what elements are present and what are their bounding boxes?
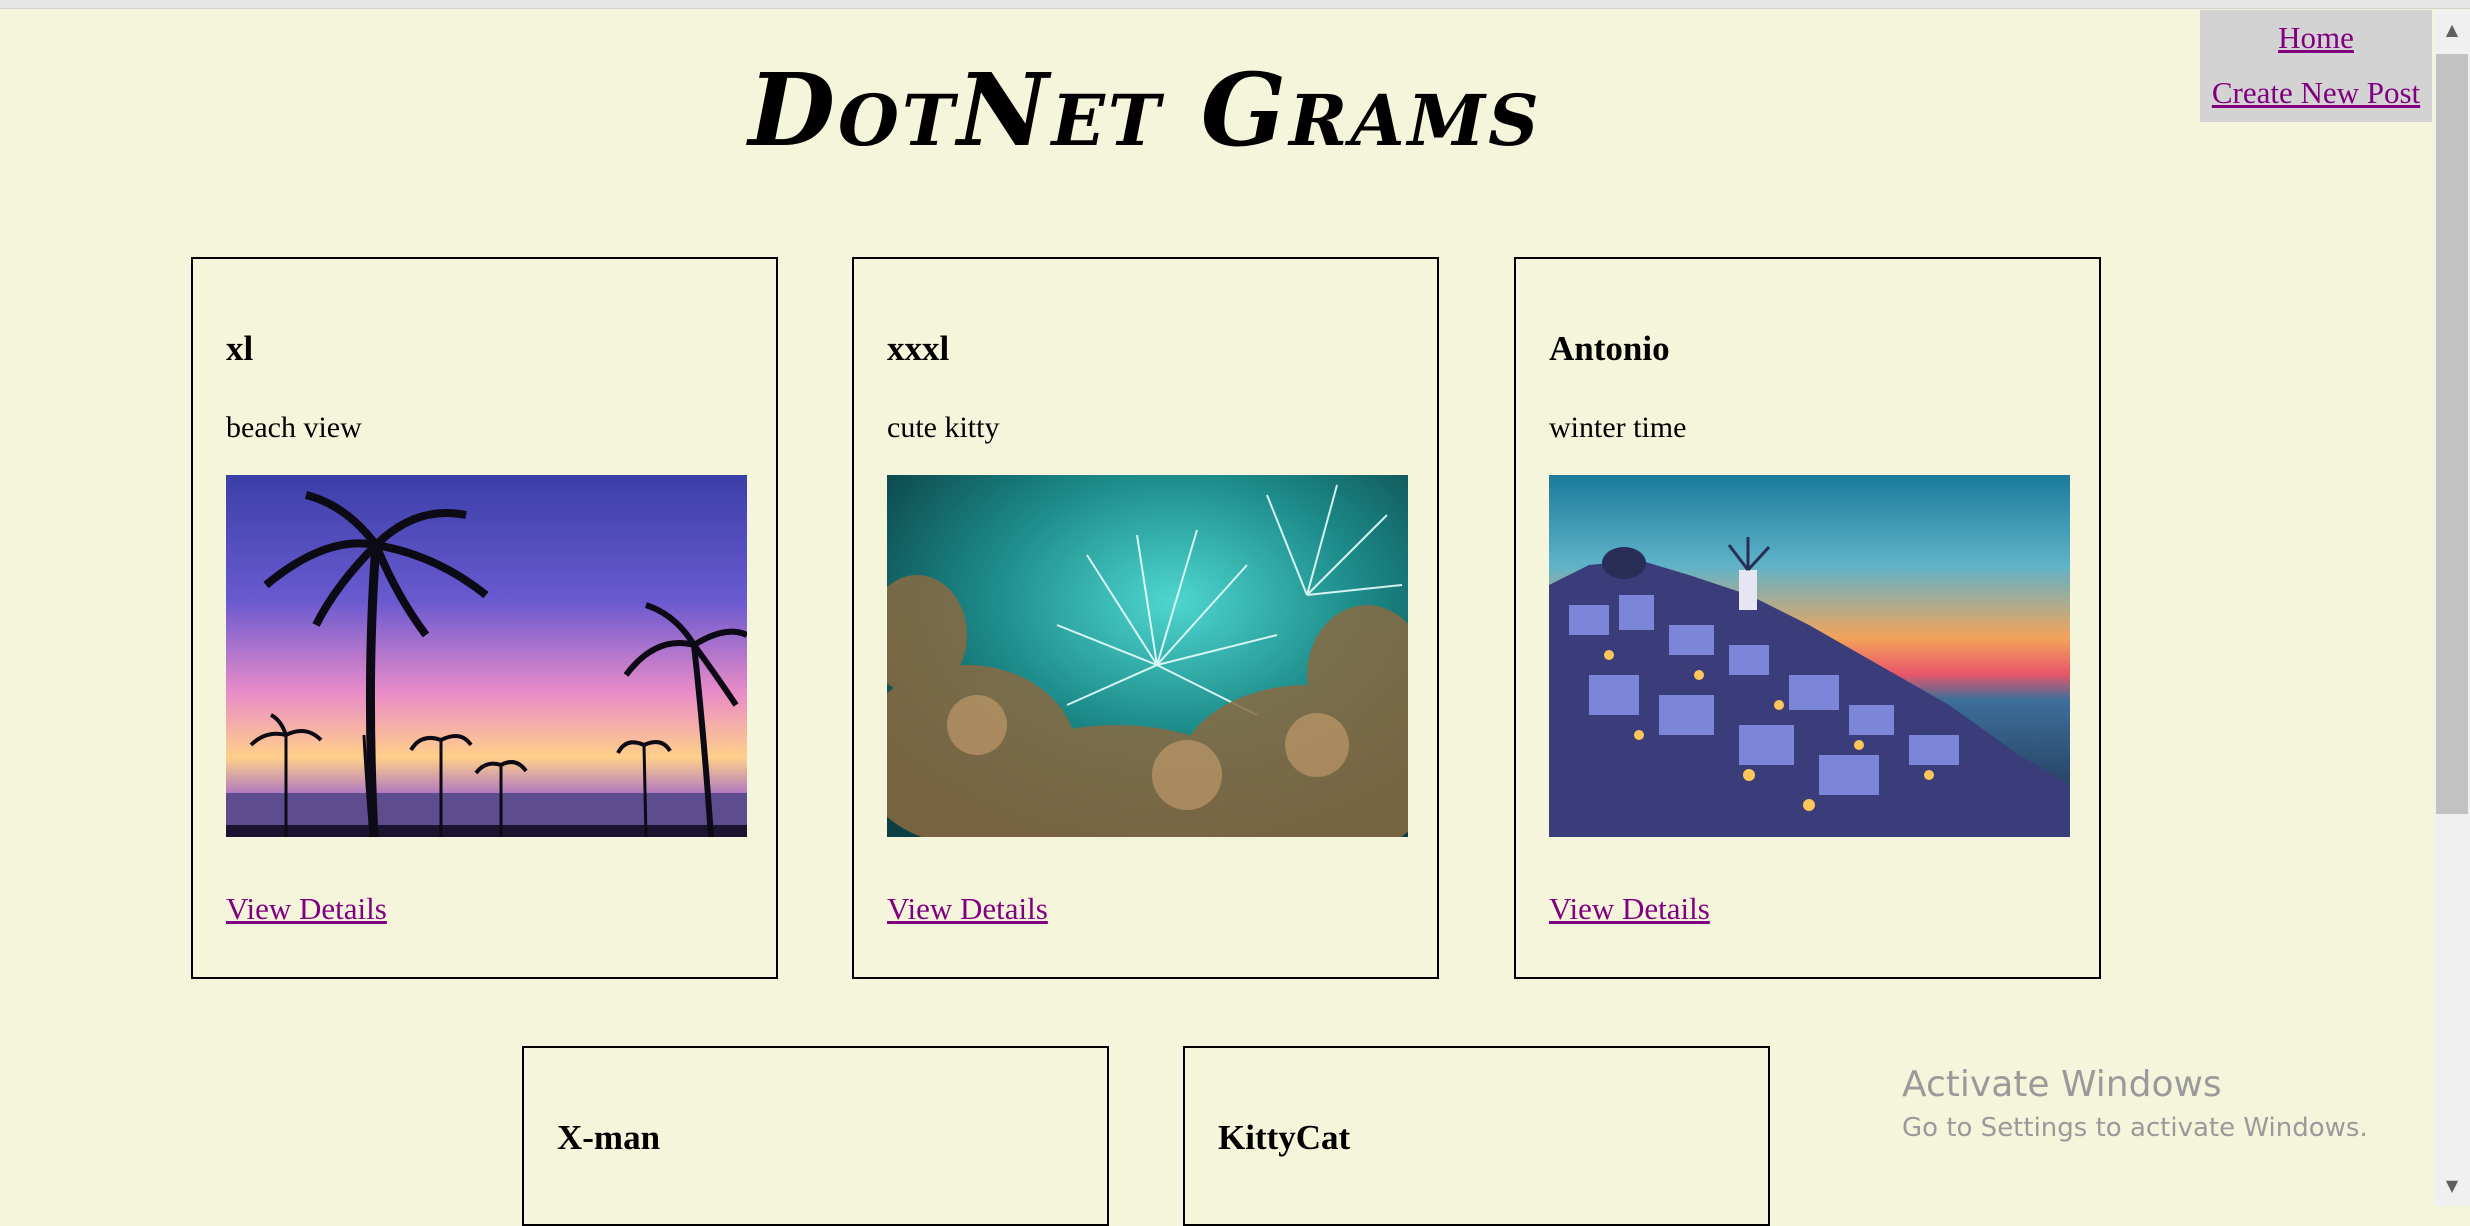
post-image bbox=[887, 475, 1408, 837]
post-card: xxxl cute kitty View Details bbox=[852, 257, 1439, 979]
post-caption: cute kitty bbox=[887, 411, 1000, 444]
post-image bbox=[226, 475, 747, 837]
view-details-link[interactable]: View Details bbox=[887, 891, 1048, 927]
post-card: Antonio winter time View Details bbox=[1514, 257, 2101, 979]
post-author: KittyCat bbox=[1218, 1118, 1351, 1157]
post-card: xl beach view View Details bbox=[191, 257, 778, 979]
post-card: X-man bbox=[522, 1046, 1109, 1226]
post-image bbox=[1549, 475, 2070, 837]
nav-menu: Home Create New Post bbox=[2200, 10, 2432, 122]
post-author: xl bbox=[226, 329, 254, 368]
post-card: KittyCat bbox=[1183, 1046, 1770, 1226]
nav-create-post-link[interactable]: Create New Post bbox=[2200, 75, 2432, 111]
scrollbar-thumb[interactable] bbox=[2436, 54, 2468, 814]
scroll-up-arrow-icon[interactable]: ▲ bbox=[2434, 10, 2470, 50]
windows-activation-watermark: Activate Windows Go to Settings to activ… bbox=[1902, 1060, 2368, 1146]
post-author: X-man bbox=[557, 1118, 661, 1157]
view-details-link[interactable]: View Details bbox=[226, 891, 387, 927]
post-caption: beach view bbox=[226, 411, 362, 444]
watermark-title: Activate Windows bbox=[1902, 1064, 2222, 1105]
site-title: DotNet Grams bbox=[748, 51, 1542, 169]
vertical-scrollbar[interactable]: ▲ ▼ bbox=[2434, 10, 2470, 1206]
browser-top-edge bbox=[0, 0, 2470, 9]
post-author: xxxl bbox=[887, 329, 950, 368]
post-caption: winter time bbox=[1549, 411, 1687, 444]
nav-home-link[interactable]: Home bbox=[2200, 20, 2432, 56]
post-author: Antonio bbox=[1549, 329, 1670, 368]
watermark-subtitle: Go to Settings to activate Windows. bbox=[1902, 1113, 2368, 1143]
scroll-down-arrow-icon[interactable]: ▼ bbox=[2434, 1166, 2470, 1206]
view-details-link[interactable]: View Details bbox=[1549, 891, 1710, 927]
